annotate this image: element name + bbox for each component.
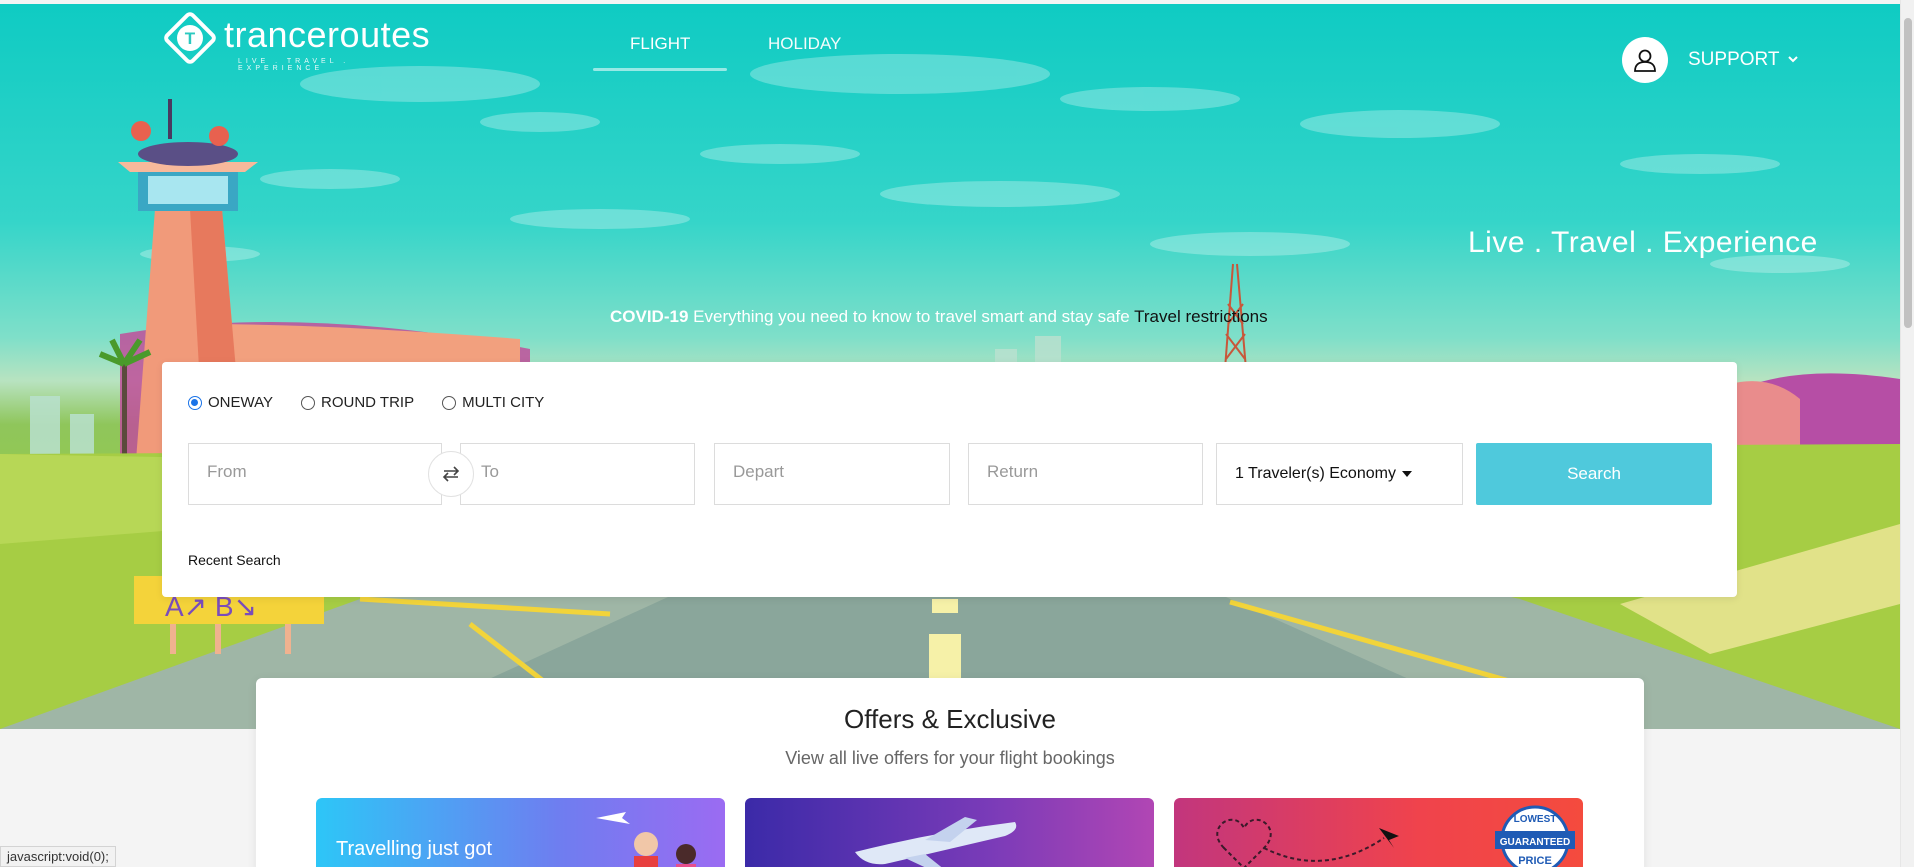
chevron-down-icon[interactable] bbox=[1786, 52, 1800, 66]
tab-flight[interactable]: FLIGHT bbox=[630, 34, 690, 54]
logo-tagline: LIVE . TRAVEL . EXPERIENCE bbox=[238, 58, 350, 72]
svg-text:PRICE: PRICE bbox=[1518, 855, 1552, 867]
travellers-illustration-icon bbox=[596, 812, 696, 867]
site-logo[interactable]: T tranceroutes LIVE . TRAVEL . EXPERIENC… bbox=[162, 10, 430, 72]
svg-text:GUARANTEED: GUARANTEED bbox=[1500, 837, 1571, 848]
offer-card-1[interactable]: Travelling just got bbox=[316, 798, 725, 867]
swap-cities-button[interactable] bbox=[428, 451, 474, 497]
trip-oneway-label: ONEWAY bbox=[208, 394, 274, 411]
to-input[interactable]: To bbox=[460, 443, 695, 505]
trip-multicity-label: MULTI CITY bbox=[462, 394, 545, 411]
trip-round-label: ROUND TRIP bbox=[321, 394, 415, 411]
covid-banner: COVID-19 Everything you need to know to … bbox=[610, 307, 1268, 327]
offers-section: Offers & Exclusive View all live offers … bbox=[256, 678, 1644, 867]
swap-icon bbox=[442, 466, 460, 482]
hero-tagline: Live . Travel . Experience bbox=[1468, 226, 1818, 259]
tab-holiday[interactable]: HOLIDAY bbox=[768, 34, 841, 54]
user-icon bbox=[1634, 49, 1656, 72]
heart-flight-path-icon bbox=[1216, 818, 1399, 867]
browser-status-bar: javascript:void(0); bbox=[0, 846, 116, 867]
support-menu[interactable]: SUPPORT bbox=[1688, 49, 1780, 71]
return-date-input[interactable]: Return bbox=[968, 443, 1203, 505]
trip-multicity[interactable]: MULTI CITY bbox=[442, 394, 544, 411]
travellers-value: 1 Traveler(s) Economy bbox=[1235, 465, 1396, 482]
search-button[interactable]: Search bbox=[1476, 443, 1712, 505]
trip-oneway[interactable]: ONEWAY bbox=[188, 394, 273, 411]
travel-restrictions-link[interactable]: Travel restrictions bbox=[1134, 307, 1268, 326]
active-tab-indicator bbox=[593, 68, 727, 71]
offers-title: Offers & Exclusive bbox=[844, 704, 1056, 734]
scrollbar-thumb[interactable] bbox=[1904, 18, 1912, 328]
offer-card-2[interactable] bbox=[745, 798, 1154, 867]
oneway-radio[interactable] bbox=[188, 395, 202, 410]
logo-wordmark: tranceroutes bbox=[224, 14, 431, 55]
svg-text:LOWEST: LOWEST bbox=[1514, 814, 1557, 825]
logo-mark-icon: T bbox=[164, 12, 216, 64]
trip-round[interactable]: ROUND TRIP bbox=[301, 394, 414, 411]
page: A↗ B↘ T tranceroutes LIVE . TRAVEL . EXP… bbox=[0, 0, 1914, 867]
lowest-price-badge: LOWEST GUARANTEED PRICE bbox=[1495, 805, 1575, 867]
travellers-dropdown[interactable]: 1 Traveler(s) Economy bbox=[1216, 443, 1463, 505]
recent-search-label: Recent Search bbox=[188, 552, 281, 568]
trip-type-group: ONEWAY ROUND TRIP MULTI CITY bbox=[188, 394, 544, 411]
offer-card-1-text: Travelling just got bbox=[336, 838, 492, 860]
flight-search-card: ONEWAY ROUND TRIP MULTI CITY From To Dep… bbox=[162, 362, 1737, 597]
offers-subtitle: View all live offers for your flight boo… bbox=[785, 748, 1115, 768]
from-input[interactable]: From bbox=[188, 443, 442, 505]
vertical-scrollbar[interactable] bbox=[1900, 0, 1914, 867]
roundtrip-radio[interactable] bbox=[301, 395, 316, 410]
multicity-radio[interactable] bbox=[442, 395, 457, 410]
depart-date-input[interactable]: Depart bbox=[714, 443, 950, 505]
covid-text: Everything you need to know to travel sm… bbox=[688, 307, 1135, 326]
airplane-icon bbox=[855, 817, 1017, 867]
covid-label: COVID-19 bbox=[610, 307, 689, 326]
caret-down-icon bbox=[1401, 470, 1412, 477]
svg-text:T: T bbox=[185, 29, 196, 48]
user-account-button[interactable] bbox=[1622, 37, 1668, 83]
offer-card-3[interactable]: LOWEST GUARANTEED PRICE bbox=[1174, 798, 1583, 867]
